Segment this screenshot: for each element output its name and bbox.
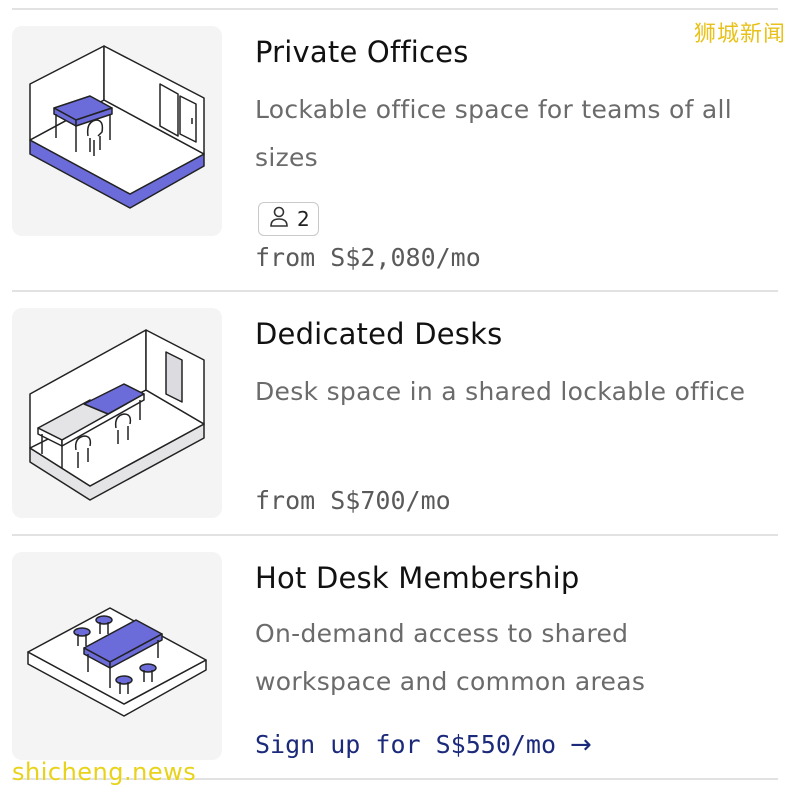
card-price: from S$700/mo: [255, 486, 451, 515]
card-description: Desk space in a shared lockable office: [255, 377, 746, 406]
dedicated-desk-illustration: [12, 308, 222, 518]
signup-link[interactable]: Sign up for S$550/mo →: [255, 728, 592, 762]
cta-label: Sign up for S$550/mo: [255, 730, 557, 759]
capacity-count: 2: [297, 207, 310, 231]
card-title: Private Offices: [255, 35, 469, 69]
card-description: Lockable office space for teams of all s…: [255, 95, 733, 172]
private-office-illustration: [12, 26, 222, 236]
capacity-badge: 2: [258, 202, 319, 236]
person-icon: [269, 206, 289, 233]
hot-desk-illustration: [12, 552, 222, 760]
watermark-site: shicheng.news: [12, 758, 197, 786]
card-title: Dedicated Desks: [255, 317, 503, 351]
card-title: Hot Desk Membership: [255, 561, 580, 595]
card-private-offices[interactable]: Private Offices Lockable office space fo…: [0, 0, 800, 290]
arrow-right-icon: →: [570, 730, 592, 760]
card-price: from S$2,080/mo: [255, 243, 481, 272]
card-dedicated-desks[interactable]: Dedicated Desks Desk space in a shared l…: [0, 290, 800, 534]
watermark-cn: 狮城新闻: [693, 22, 786, 47]
card-hot-desk[interactable]: Hot Desk Membership On-demand access to …: [0, 534, 800, 778]
card-description: On-demand access to shared workspace and…: [255, 619, 646, 696]
